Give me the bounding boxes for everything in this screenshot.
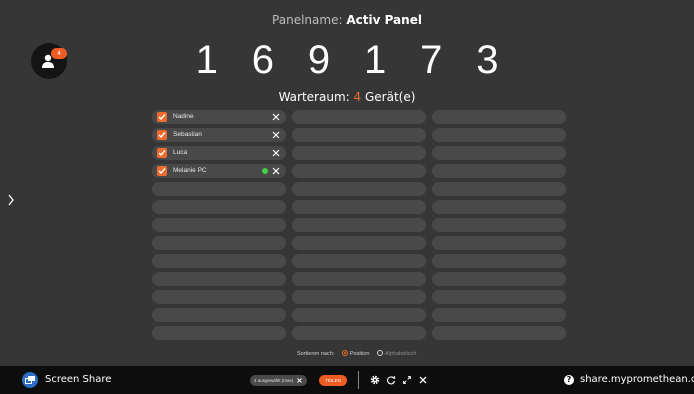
device-slot [292, 290, 426, 304]
share-button[interactable]: TEILEN [319, 375, 347, 386]
device-slot [292, 236, 426, 250]
sort-alphabetical-radio[interactable] [376, 349, 383, 356]
device-checkbox[interactable] [157, 112, 167, 122]
device-slot [152, 218, 286, 232]
device-slot [292, 218, 426, 232]
device-name: Sebastian [173, 131, 202, 138]
app-title: Screen Share [45, 374, 112, 385]
device-slot [152, 236, 286, 250]
device-slot [432, 290, 566, 304]
help-icon[interactable]: ? [564, 375, 574, 385]
close-icon[interactable] [272, 131, 280, 139]
device-slot [292, 254, 426, 268]
panel-name-header: Panelname: Activ Panel [0, 13, 694, 27]
waiting-room-title: Warteraum: 4 Gerät(e) [0, 90, 694, 104]
waiting-room-suffix: Gerät(e) [364, 90, 416, 104]
device-slot [292, 164, 426, 178]
device-slot [432, 308, 566, 322]
device-slot [432, 326, 566, 340]
device-slot [152, 182, 286, 196]
close-icon[interactable] [272, 167, 280, 175]
waiting-room-label: Warteraum: [278, 90, 350, 104]
device-slot [432, 272, 566, 286]
code-digit: 9 [307, 38, 331, 82]
device-slot [432, 164, 566, 178]
panel-name-value: Activ Panel [346, 13, 422, 27]
checkmark-icon [158, 114, 166, 121]
chevron-right-icon[interactable] [7, 194, 15, 206]
code-digit: 3 [476, 38, 499, 82]
device-checkbox[interactable] [157, 130, 167, 140]
device-slot [432, 128, 566, 142]
waiting-room-count: 4 [353, 90, 362, 104]
sort-alphabetical-label[interactable]: Alphabetisch [385, 351, 417, 357]
screen-share-icon[interactable] [22, 372, 38, 388]
sort-position-radio[interactable] [341, 349, 348, 356]
device-slot [292, 308, 426, 322]
device-slot [152, 290, 286, 304]
checkmark-icon [158, 150, 166, 157]
close-icon[interactable] [272, 149, 280, 157]
device-name: Luca [173, 149, 188, 156]
device-slot [432, 236, 566, 250]
device-slot [432, 110, 566, 124]
code-digit: 1 [195, 38, 218, 82]
device-checkbox[interactable] [157, 148, 167, 158]
sort-position-label[interactable]: Position [350, 351, 370, 357]
device-name: Melanie PC [173, 167, 207, 174]
close-icon[interactable] [272, 113, 280, 121]
expand-icon[interactable] [402, 375, 412, 385]
device-slot [152, 272, 286, 286]
sort-options: Sortieren nach: Position Alphabetisch [297, 349, 416, 359]
sort-label: Sortieren nach: [297, 351, 335, 357]
waiting-room-view: Panelname: Activ Panel 4 1 6 9 1 7 3 War… [0, 0, 694, 366]
close-icon[interactable] [418, 375, 428, 385]
share-url[interactable]: share.mypromethean.com [580, 366, 694, 394]
device-slot [432, 218, 566, 232]
selected-count-label: 4 ausgewählt (max) [254, 378, 294, 383]
device-slot-filled[interactable]: Sebastian [152, 128, 286, 142]
device-slot [292, 326, 426, 340]
panel-name-label: Panelname: [272, 13, 343, 27]
device-slot [152, 308, 286, 322]
device-slot [432, 200, 566, 214]
device-checkbox[interactable] [157, 166, 167, 176]
connection-code: 1 6 9 1 7 3 [0, 38, 694, 83]
code-digit: 7 [420, 38, 443, 82]
device-slot-filled[interactable]: Melanie PC [152, 164, 286, 178]
selected-count-pill[interactable]: 4 ausgewählt (max) [250, 375, 307, 386]
device-slot [152, 326, 286, 340]
device-slot [432, 182, 566, 196]
close-icon[interactable] [297, 378, 302, 383]
device-slot-filled[interactable]: Nadine [152, 110, 286, 124]
device-slot [292, 272, 426, 286]
online-status-dot [262, 168, 268, 174]
device-slot [292, 110, 426, 124]
device-slot-filled[interactable]: Luca [152, 146, 286, 160]
device-slot [152, 200, 286, 214]
code-digit: 6 [251, 38, 274, 82]
toolbar-divider [358, 371, 359, 389]
checkmark-icon [158, 132, 166, 139]
gear-icon[interactable] [370, 375, 380, 385]
device-slot [292, 146, 426, 160]
device-slot [432, 254, 566, 268]
device-slot [292, 182, 426, 196]
bottom-toolbar: Screen Share 4 ausgewählt (max) TEILEN ?… [0, 366, 694, 394]
device-slot [152, 254, 286, 268]
device-name: Nadine [173, 113, 194, 120]
device-slot [292, 128, 426, 142]
device-slot [432, 146, 566, 160]
code-digit: 1 [363, 38, 387, 82]
device-slot [292, 200, 426, 214]
refresh-icon[interactable] [386, 375, 396, 385]
checkmark-icon [158, 168, 166, 175]
